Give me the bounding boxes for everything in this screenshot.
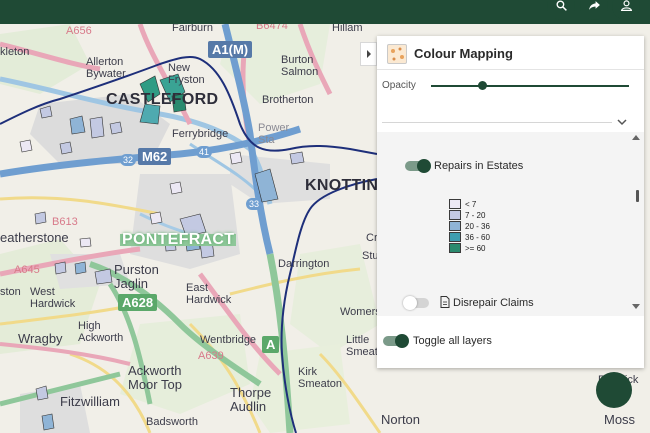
place-darrington: Darrington <box>278 258 330 270</box>
place-brotherton: Brotherton <box>262 94 314 106</box>
place-kleton: kleton <box>0 46 30 58</box>
document-icon <box>440 296 450 308</box>
panel-collapse-button[interactable] <box>360 42 377 66</box>
place-wentbridge: Wentbridge <box>200 334 257 346</box>
panel-header: Colour Mapping <box>377 36 644 70</box>
scrollbar-thumb[interactable] <box>636 190 639 202</box>
repairs-toggle[interactable] <box>405 159 431 173</box>
toggle-knob <box>417 159 431 173</box>
place-hillam: Hillam <box>332 24 363 34</box>
legend-label: < 7 <box>465 199 477 209</box>
search-button[interactable] <box>547 0 575 20</box>
toggle-all-layers-switch[interactable] <box>383 334 409 348</box>
toggle-knob <box>395 334 409 348</box>
account-icon <box>620 0 632 11</box>
layer-label-disrepair: Disrepair Claims <box>453 297 534 309</box>
place-wragby: Wragby <box>18 331 63 346</box>
legend-label: 20 - 36 <box>465 221 490 231</box>
legend-swatch <box>449 210 461 220</box>
road-label-a639: A639 <box>198 350 224 362</box>
top-toolbar <box>0 0 650 24</box>
place-west-hardwick: West Hardwick <box>30 286 76 310</box>
scroll-up-icon[interactable] <box>632 134 640 140</box>
map-action-button[interactable] <box>596 372 632 408</box>
place-allerton-bywater: Allerton Bywater <box>86 56 126 80</box>
legend-swatch <box>449 221 461 231</box>
share-icon <box>588 1 600 10</box>
place-ferrybridge: Ferrybridge <box>172 128 229 140</box>
divider <box>382 122 612 123</box>
legend-item: 7 - 20 <box>449 210 485 220</box>
road-label-b6474: B6474 <box>256 24 288 32</box>
legend-item: 36 - 60 <box>449 232 490 242</box>
road-label-m62: M62 <box>138 148 172 165</box>
search-icon <box>555 0 567 11</box>
junction-33: 33 <box>246 198 263 210</box>
legend-item: 20 - 36 <box>449 221 490 231</box>
place-moss: Moss <box>604 412 636 427</box>
junction-41: 41 <box>196 146 213 158</box>
place-featherstone: eatherstone <box>0 230 69 245</box>
opacity-slider-thumb[interactable] <box>478 81 488 90</box>
layer-label-repairs: Repairs in Estates <box>434 160 524 172</box>
place-fairburn: Fairburn <box>172 24 213 34</box>
place-womersley: Womers <box>340 306 381 318</box>
toggle-knob <box>403 296 417 310</box>
chevron-down-icon <box>617 119 627 126</box>
legend-swatch <box>449 232 461 242</box>
place-fitzwilliam: Fitzwilliam <box>60 394 120 409</box>
junction-32: 32 <box>120 154 137 166</box>
legend-label: 7 - 20 <box>465 210 486 220</box>
road-label-a645: A645 <box>14 264 40 276</box>
scroll-down-icon[interactable] <box>632 304 640 310</box>
share-button[interactable] <box>580 0 608 20</box>
legend-label: >= 60 <box>465 243 486 253</box>
place-burton-salmon: Burton Salmon <box>281 54 319 78</box>
place-pontefract: PONTEFRACT <box>120 231 237 248</box>
place-ackworth-moor-top: Ackworth Moor Top <box>128 363 182 392</box>
place-norton: Norton <box>381 412 421 427</box>
place-castleford: CASTLEFORD <box>106 91 219 108</box>
account-button[interactable] <box>612 0 640 20</box>
legend-swatch <box>449 199 461 209</box>
road-label-a1: A <box>262 336 280 353</box>
toggle-all-layers-label: Toggle all layers <box>413 335 492 347</box>
place-badsworth: Badsworth <box>146 416 198 428</box>
road-label-b6136: B613 <box>52 216 78 228</box>
legend-item: < 7 <box>449 199 476 209</box>
place-thorpe-audlin: Thorpe Audlin <box>230 385 272 414</box>
opacity-slider-track[interactable] <box>431 85 629 87</box>
place-ston: ston <box>0 286 21 298</box>
place-power-station: Power Sta <box>258 122 290 146</box>
legend-label: 36 - 60 <box>465 232 490 242</box>
disrepair-toggle[interactable] <box>403 296 429 310</box>
road-label-a628: A628 <box>118 294 158 311</box>
road-label-a1m: A1(M) <box>208 41 253 58</box>
caret-right-icon <box>366 50 371 58</box>
place-high-ackworth: High Ackworth <box>78 320 124 344</box>
layer-list: Repairs in Estates < 7 7 - 20 20 - 36 36… <box>377 132 644 316</box>
legend-swatch <box>449 243 461 253</box>
colour-map-icon <box>387 44 407 64</box>
panel-title: Colour Mapping <box>414 46 513 61</box>
place-new-fryston: New Fryston <box>168 62 205 86</box>
opacity-label: Opacity <box>382 80 416 91</box>
expand-button[interactable] <box>615 115 629 129</box>
place-purston-jaglin: Purston Jaglin <box>114 262 159 291</box>
legend-item: >= 60 <box>449 243 485 253</box>
road-label-a656: A656 <box>66 25 92 37</box>
place-east-hardwick: East Hardwick <box>186 282 232 306</box>
colour-mapping-panel: Colour Mapping Opacity Repairs in Estate… <box>377 36 644 368</box>
place-kirk-smeaton: Kirk Smeaton <box>298 366 343 390</box>
